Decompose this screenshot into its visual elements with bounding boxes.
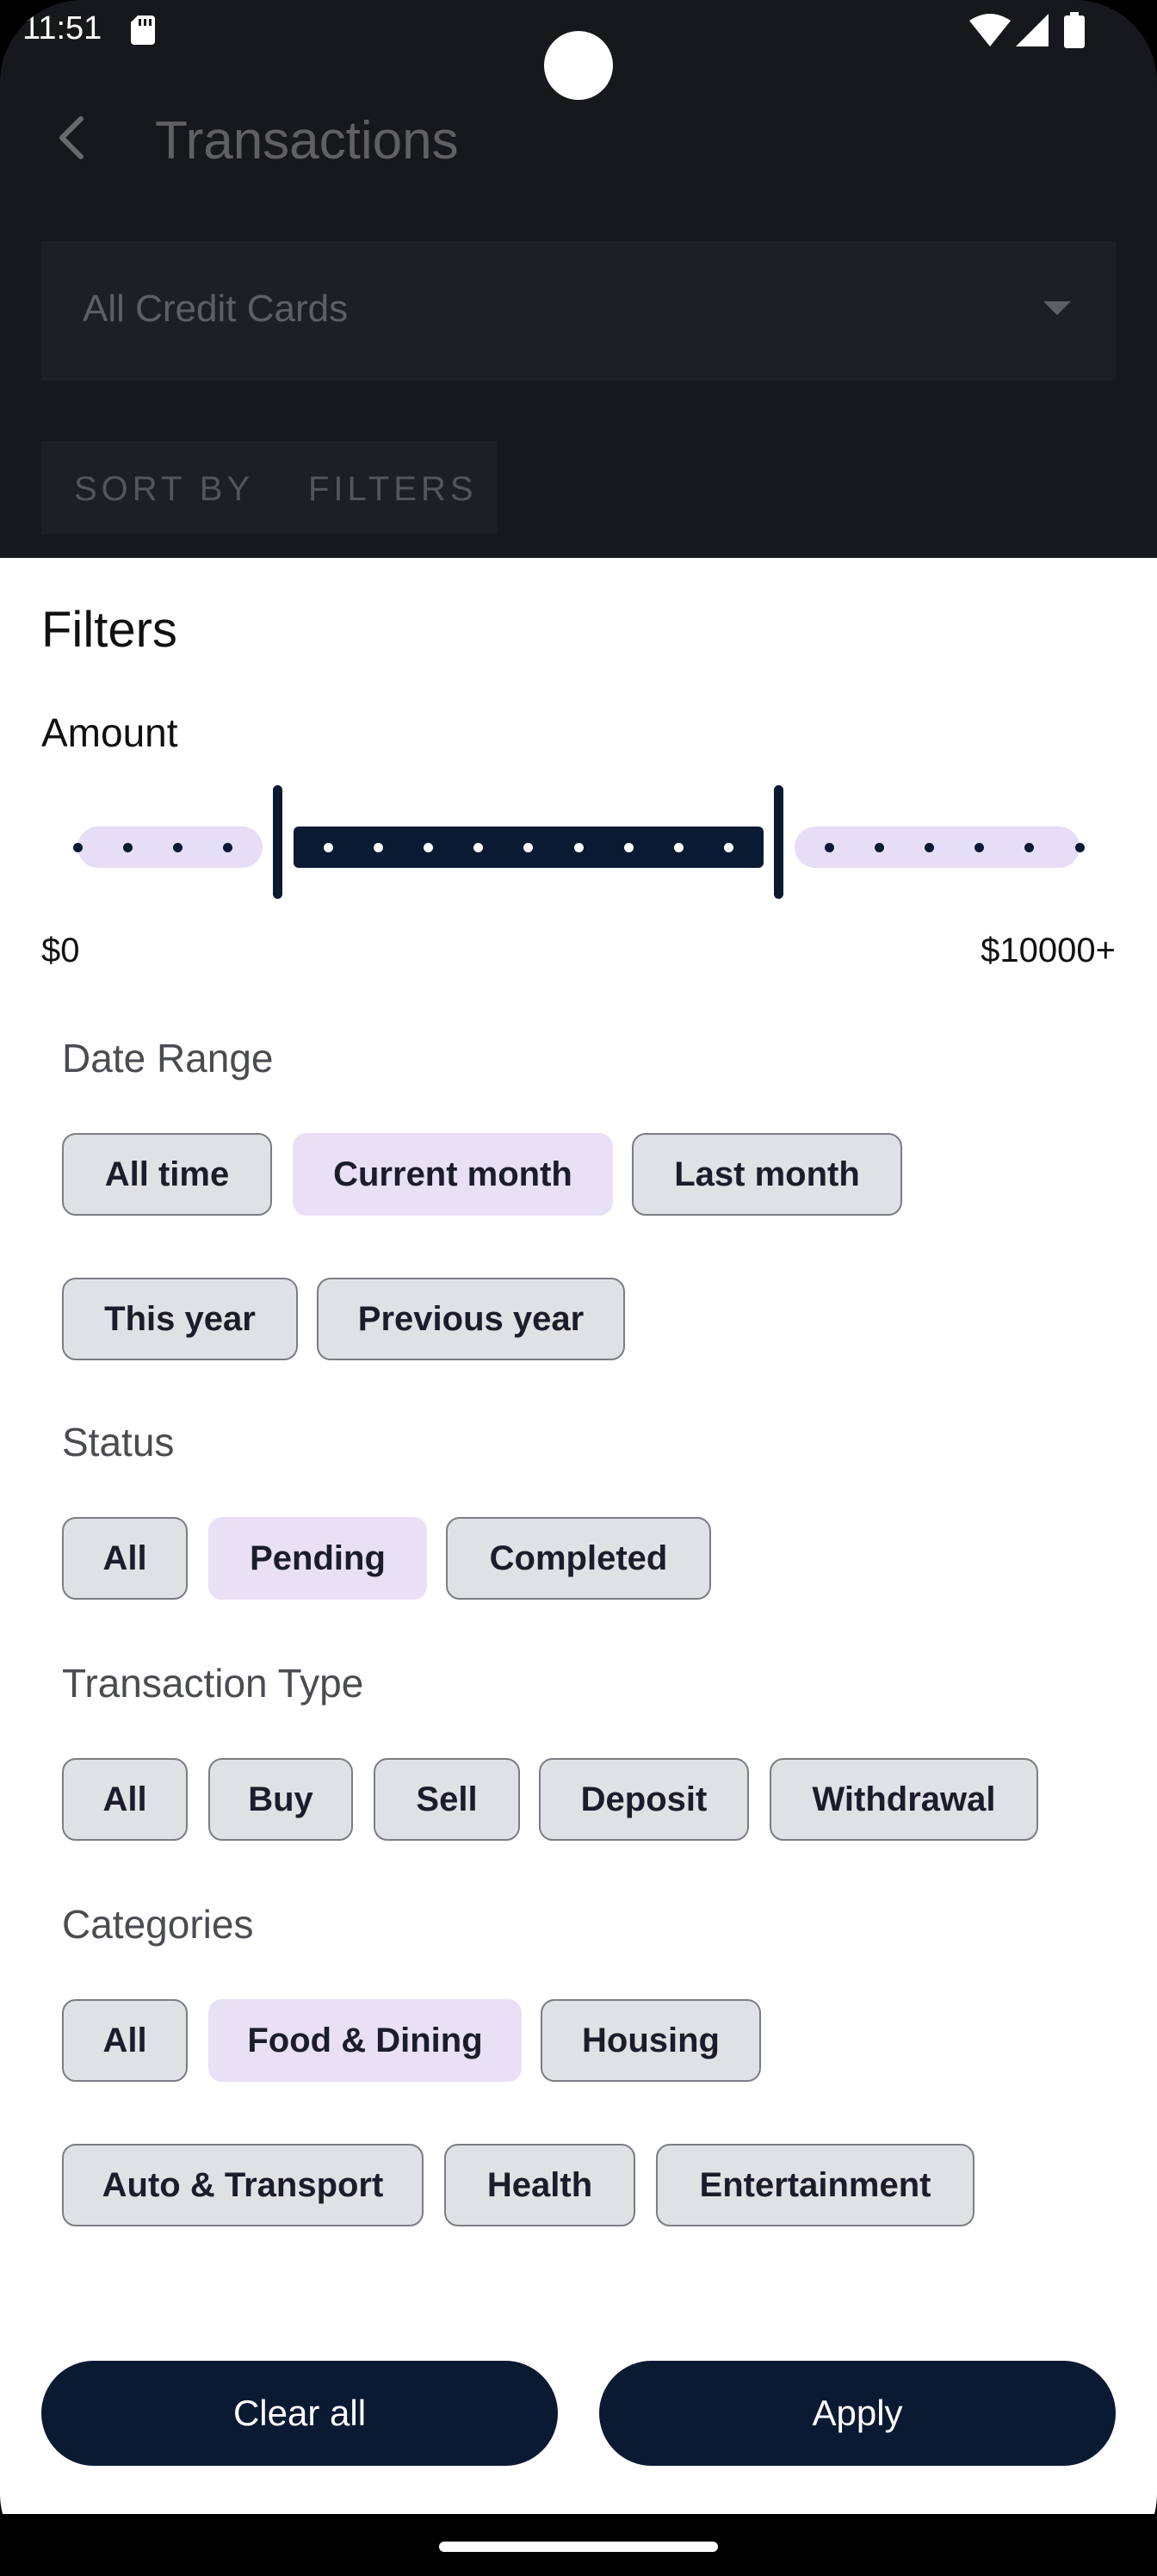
battery-icon	[1064, 12, 1085, 48]
chip-category-all[interactable]: All	[62, 1999, 188, 2082]
slider-tick	[1074, 843, 1085, 852]
chip-date-current-month[interactable]: Current month	[293, 1133, 613, 1216]
filters-sheet: Filters Amount $0 $10000+ Date Range All…	[0, 558, 1157, 2514]
tab-filters[interactable]: FILTERS	[308, 470, 478, 509]
chip-category-health[interactable]: Health	[444, 2144, 635, 2226]
clear-all-button[interactable]: Clear all	[41, 2361, 558, 2466]
slider-tick	[673, 843, 684, 852]
device-screen: 11:51 Transactions All Credit Cards SORT…	[0, 0, 1157, 2576]
chip-status-all[interactable]: All	[62, 1517, 188, 1600]
chip-category-entertainment[interactable]: Entertainment	[656, 2144, 974, 2226]
page-title: Transactions	[155, 111, 459, 170]
slider-tick	[323, 843, 333, 852]
home-indicator[interactable]	[439, 2542, 718, 2552]
slider-tick	[172, 843, 183, 852]
chip-category-food-dining[interactable]: Food & Dining	[208, 1999, 522, 2082]
chip-type-withdrawal[interactable]: Withdrawal	[770, 1758, 1038, 1841]
cellular-signal-icon	[1016, 14, 1049, 46]
background-screen: Transactions All Credit Cards SORT BY FI…	[0, 60, 1157, 560]
chip-status-completed[interactable]: Completed	[446, 1517, 711, 1600]
amount-label: Amount	[41, 710, 178, 755]
chip-date-previous-year[interactable]: Previous year	[317, 1278, 625, 1360]
sd-card-icon	[131, 15, 155, 45]
chip-date-this-year[interactable]: This year	[62, 1278, 298, 1360]
amount-max-label: $10000+	[981, 932, 1116, 969]
slider-tick	[874, 843, 884, 852]
chip-date-last-month[interactable]: Last month	[632, 1133, 902, 1216]
chip-type-buy[interactable]: Buy	[208, 1758, 353, 1841]
slider-thumb-min[interactable]	[273, 785, 283, 899]
sort-filter-tabs: SORT BY FILTERS	[41, 441, 498, 534]
apply-button[interactable]: Apply	[599, 2361, 1116, 2466]
slider-tick	[72, 843, 83, 852]
chip-date-all-time[interactable]: All time	[62, 1133, 272, 1216]
slider-track-inactive-left	[77, 827, 263, 868]
chip-type-all[interactable]: All	[62, 1758, 188, 1841]
date-range-label: Date Range	[62, 1036, 274, 1081]
card-selector[interactable]: All Credit Cards	[41, 241, 1116, 381]
status-label: Status	[62, 1420, 175, 1464]
transaction-type-label: Transaction Type	[62, 1661, 364, 1706]
status-bar: 11:51	[0, 0, 1157, 100]
dropdown-caret-icon	[1043, 301, 1071, 315]
slider-tick	[573, 843, 584, 852]
slider-tick	[824, 843, 834, 852]
sheet-title: Filters	[41, 602, 177, 658]
chip-status-pending[interactable]: Pending	[208, 1517, 427, 1600]
chip-category-housing[interactable]: Housing	[541, 1999, 761, 2082]
chip-type-deposit[interactable]: Deposit	[539, 1758, 749, 1841]
chip-category-auto-transport[interactable]: Auto & Transport	[62, 2144, 424, 2226]
amount-range-slider[interactable]	[0, 783, 1157, 913]
slider-tick	[423, 843, 433, 852]
categories-label: Categories	[62, 1902, 254, 1947]
amount-min-label: $0	[41, 932, 80, 969]
card-selector-label: All Credit Cards	[83, 288, 349, 330]
tab-sort-by[interactable]: SORT BY	[74, 470, 254, 509]
slider-track-inactive-right	[794, 827, 1080, 868]
back-arrow-icon[interactable]	[48, 112, 100, 164]
status-time: 11:51	[22, 10, 102, 46]
slider-tick	[373, 843, 383, 852]
wifi-icon	[969, 14, 1011, 46]
chip-type-sell[interactable]: Sell	[374, 1758, 520, 1841]
slider-tick	[623, 843, 634, 852]
slider-tick	[122, 843, 133, 852]
slider-thumb-max[interactable]	[774, 785, 784, 899]
slider-tick	[924, 843, 934, 852]
